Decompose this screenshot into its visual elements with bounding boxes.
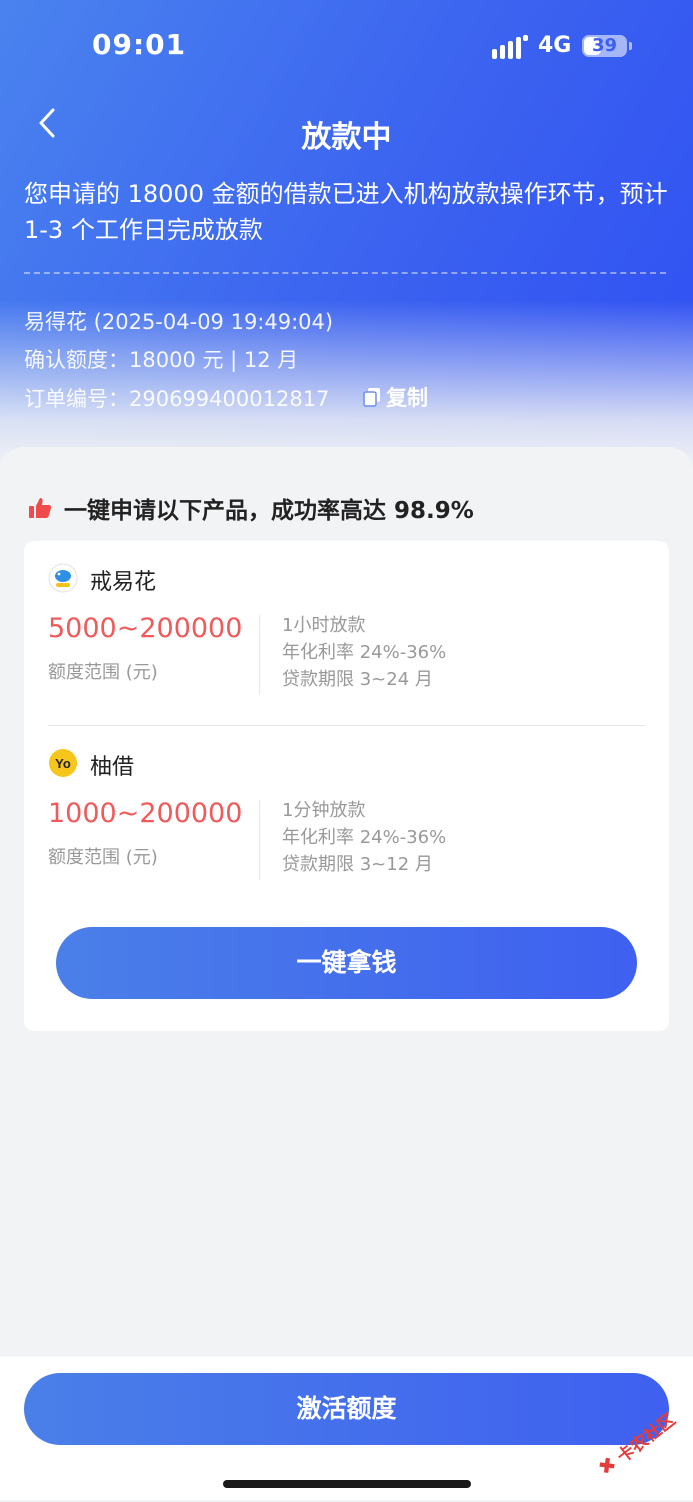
dashed-divider [24,272,666,274]
product-range: 5000~200000 [48,613,243,644]
order-number: 订单编号：290699400012817 [24,387,330,411]
product-feature: 贷款期限 3~24 月 [282,669,433,690]
product-feature: 1分钟放款 [282,800,366,821]
product-range-label: 额度范围 (元) [48,847,158,868]
page-title: 放款中 [301,120,392,155]
grab-money-button[interactable]: 一键拿钱 [56,927,637,999]
product-name: 柚借 [90,755,135,780]
vertical-divider [259,800,260,880]
product-logo-icon: Yo [49,749,77,777]
thumbs-up-icon [29,498,52,518]
copy-label: 复制 [386,386,428,410]
battery-tip [629,42,632,50]
copy-button[interactable]: 复制 [362,382,428,412]
promo-text: 一键申请以下产品，成功率高达 98.9% [64,498,474,524]
product-feature: 年化利率 24%-36% [282,827,447,848]
product-feature: 1小时放款 [282,615,366,636]
promo-heading: 一键申请以下产品，成功率高达 98.9% [28,491,474,525]
product-item[interactable]: 戒易花 5000~200000 额度范围 (元) 1小时放款 年化利率 24%-… [48,563,648,723]
watermark-text: 卡农社区 [613,1409,680,1468]
product-item[interactable]: Yo 柚借 1000~200000 额度范围 (元) 1分钟放款 年化利率 24… [48,748,648,908]
network-type: 4G [538,33,572,58]
lender-info: 易得花 (2025-04-09 19:49:04) [24,310,334,334]
svg-text:Yo: Yo [55,756,71,771]
cellular-signal-icon [492,35,528,59]
product-card: 戒易花 5000~200000 额度范围 (元) 1小时放款 年化利率 24%-… [24,541,669,1031]
status-time: 09:01 [92,28,187,61]
product-divider [48,725,645,726]
battery-icon: 39 [582,35,627,57]
product-range: 1000~200000 [48,798,243,829]
copy-icon [363,388,380,407]
vertical-divider [259,615,260,695]
product-logo-icon [48,563,78,593]
product-range-label: 额度范围 (元) [48,662,158,683]
home-indicator[interactable] [223,1480,471,1488]
product-name: 戒易花 [90,570,157,595]
battery-level: 39 [591,35,618,56]
status-bar: 09:01 4G 39 [0,0,693,95]
confirmed-amount: 确认额度：18000 元 | 12 月 [24,348,299,372]
product-feature: 年化利率 24%-36% [282,642,447,663]
product-feature: 贷款期限 3~12 月 [282,854,433,875]
activate-limit-button[interactable]: 激活额度 [24,1373,669,1445]
loan-status-notice: 您申请的 18000 金额的借款已进入机构放款操作环节，预计 1-3 个工作日完… [24,180,668,244]
